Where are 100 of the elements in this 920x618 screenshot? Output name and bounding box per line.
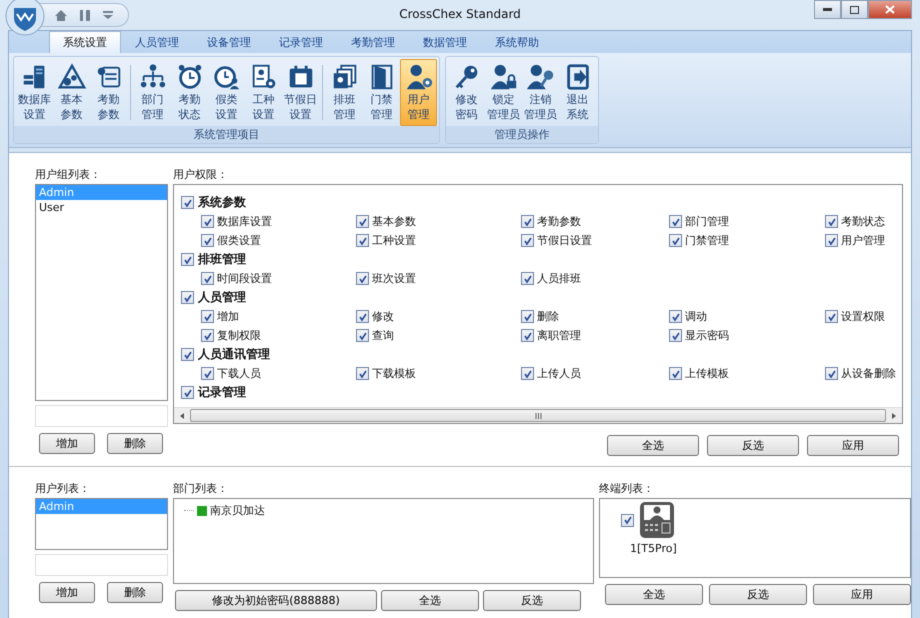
- checkbox[interactable]: [181, 386, 194, 399]
- ribbon-button[interactable]: 门禁 管理: [363, 59, 400, 126]
- checkbox[interactable]: [201, 234, 214, 247]
- home-icon[interactable]: [54, 8, 68, 22]
- action-button[interactable]: 反选: [483, 590, 581, 611]
- checkbox[interactable]: [669, 367, 682, 380]
- checkbox[interactable]: [521, 329, 534, 342]
- menu-tab[interactable]: 系统设置: [49, 31, 121, 53]
- permission-group-label: 人员管理: [198, 289, 246, 306]
- checkbox[interactable]: [825, 234, 838, 247]
- menu-tab[interactable]: 数据管理: [409, 31, 481, 53]
- ribbon-button[interactable]: 考勤 状态: [171, 59, 208, 126]
- ribbon-button[interactable]: 基本 参数: [53, 59, 90, 126]
- action-button[interactable]: 删除: [107, 433, 163, 454]
- menu-tab[interactable]: 考勤管理: [337, 31, 409, 53]
- ribbon-button[interactable]: 节假日 设置: [282, 59, 319, 126]
- permission-label: 显示密码: [685, 328, 729, 343]
- checkbox[interactable]: [521, 215, 534, 228]
- list-item[interactable]: User: [36, 200, 167, 215]
- checkbox[interactable]: [356, 329, 369, 342]
- permission-label: 数据库设置: [217, 214, 272, 229]
- ribbon-button[interactable]: 修改 密码: [448, 59, 485, 126]
- action-button[interactable]: 全选: [381, 590, 479, 611]
- action-button[interactable]: 反选: [707, 435, 799, 456]
- checkbox[interactable]: [356, 367, 369, 380]
- permission-label: 删除: [537, 309, 559, 324]
- scroll-right-icon[interactable]: [890, 412, 898, 420]
- ribbon-button[interactable]: 排班 管理: [326, 59, 363, 126]
- ribbon-group-label: 管理员操作: [446, 126, 598, 143]
- menu-tab[interactable]: 记录管理: [265, 31, 337, 53]
- checkbox[interactable]: [181, 348, 194, 361]
- checkbox[interactable]: [201, 310, 214, 323]
- permission-label: 复制权限: [217, 328, 261, 343]
- menu-tab[interactable]: 设备管理: [193, 31, 265, 53]
- ribbon-button[interactable]: 锁定 管理员: [485, 59, 522, 126]
- permission-label: 调动: [685, 309, 707, 324]
- permission-label: 节假日设置: [537, 233, 592, 248]
- checkbox[interactable]: [521, 310, 534, 323]
- ribbon-button[interactable]: 注销 管理员: [522, 59, 559, 126]
- checkbox[interactable]: [669, 329, 682, 342]
- checkbox[interactable]: [669, 310, 682, 323]
- checkbox[interactable]: [181, 291, 194, 304]
- permission-label: 考勤参数: [537, 214, 581, 229]
- checkbox[interactable]: [621, 514, 634, 526]
- permission-label: 考勤状态: [841, 214, 885, 229]
- checkbox[interactable]: [356, 234, 369, 247]
- action-button[interactable]: 全选: [605, 584, 703, 605]
- input-field[interactable]: [35, 554, 168, 576]
- checkbox[interactable]: [521, 234, 534, 247]
- checkbox[interactable]: [201, 367, 214, 380]
- close-button[interactable]: [868, 0, 912, 19]
- permission-label: 修改: [372, 309, 394, 324]
- permission-label: 人员排班: [537, 271, 581, 286]
- action-button[interactable]: 增加: [39, 582, 95, 603]
- ribbon-button[interactable]: 考勤 参数: [90, 59, 127, 126]
- checkbox[interactable]: [825, 215, 838, 228]
- checkbox[interactable]: [356, 310, 369, 323]
- terminal-device-icon[interactable]: [639, 501, 676, 539]
- checkbox[interactable]: [669, 234, 682, 247]
- input-field[interactable]: [35, 405, 168, 427]
- checkbox[interactable]: [669, 215, 682, 228]
- permission-label: 假类设置: [217, 233, 261, 248]
- action-button[interactable]: 应用: [807, 435, 899, 456]
- checkbox[interactable]: [825, 310, 838, 323]
- ribbon-button[interactable]: 工种 设置: [245, 59, 282, 126]
- permission-group-label: 排班管理: [198, 251, 246, 268]
- maximize-button[interactable]: [841, 0, 868, 19]
- checkbox[interactable]: [521, 367, 534, 380]
- ribbon-group-label: 系统管理项目: [14, 126, 439, 143]
- permission-label: 上传人员: [537, 366, 581, 381]
- action-button[interactable]: 增加: [39, 433, 95, 454]
- checkbox[interactable]: [201, 272, 214, 285]
- checkbox[interactable]: [521, 272, 534, 285]
- checkbox[interactable]: [201, 329, 214, 342]
- ribbon-button[interactable]: 用户 管理: [400, 59, 437, 126]
- checkbox[interactable]: [201, 215, 214, 228]
- action-button[interactable]: 应用: [813, 584, 911, 605]
- scroll-left-icon[interactable]: [178, 412, 186, 420]
- checkbox[interactable]: [356, 272, 369, 285]
- ribbon-button[interactable]: 假类 设置: [208, 59, 245, 126]
- tree-item[interactable]: 南京贝加达: [210, 503, 265, 518]
- checkbox[interactable]: [181, 196, 194, 209]
- permission-label: 用户管理: [841, 233, 885, 248]
- action-button[interactable]: 全选: [607, 435, 699, 456]
- ribbon-button[interactable]: 数据库 设置: [16, 59, 53, 126]
- permission-label: 从设备删除: [841, 366, 896, 381]
- checkbox[interactable]: [356, 215, 369, 228]
- minimize-button[interactable]: [814, 0, 841, 19]
- dropdown-icon[interactable]: [102, 10, 114, 20]
- ribbon-button[interactable]: 部门 管理: [134, 59, 171, 126]
- action-button[interactable]: 修改为初始密码(888888): [175, 590, 377, 611]
- checkbox[interactable]: [825, 367, 838, 380]
- menu-tab[interactable]: 系统帮助: [481, 31, 553, 53]
- action-button[interactable]: 反选: [709, 584, 807, 605]
- horizontal-scrollbar[interactable]: [174, 407, 902, 423]
- permission-label: 班次设置: [372, 271, 416, 286]
- action-button[interactable]: 删除: [107, 582, 163, 603]
- menu-tab[interactable]: 人员管理: [121, 31, 193, 53]
- checkbox[interactable]: [181, 253, 194, 266]
- ribbon-button[interactable]: 退出 系统: [559, 59, 596, 126]
